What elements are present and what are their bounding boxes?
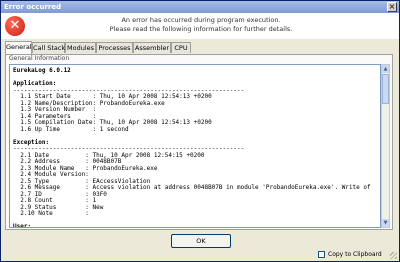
tab-modules[interactable]: Modules	[65, 42, 96, 53]
copy-to-clipboard-label[interactable]: Copy to Clipboard	[328, 250, 382, 259]
scroll-thumb[interactable]	[382, 74, 389, 104]
ok-button[interactable]: OK	[171, 234, 231, 248]
tab-assembler[interactable]: Assembler	[133, 42, 171, 53]
tab-panel-general: General Information EurekaLog 6.0.12 Appl…	[5, 54, 393, 230]
tab-general[interactable]: General	[5, 41, 32, 54]
error-dialog-window: Error occurred × ✕ An error has occurred…	[0, 0, 400, 262]
scroll-down-icon[interactable]: ▼	[382, 219, 389, 227]
title-bar[interactable]: Error occurred ×	[1, 1, 399, 13]
report-line: 2.10 Note :	[13, 210, 89, 217]
close-icon[interactable]: ×	[387, 2, 397, 12]
resize-grip-icon[interactable]	[390, 252, 397, 259]
error-icon: ✕	[5, 16, 25, 36]
error-message: An error has occurred during program exe…	[31, 16, 371, 34]
error-message-line1: An error has occurred during program exe…	[121, 16, 281, 24]
report-line: EurekaLog 6.0.12	[13, 67, 71, 74]
tab-cpu[interactable]: CPU	[171, 42, 191, 53]
scroll-up-icon[interactable]: ▲	[382, 65, 389, 73]
copy-to-clipboard-checkbox[interactable]	[318, 251, 325, 258]
dialog-header: ✕ An error has occurred during program e…	[1, 13, 399, 39]
vertical-scrollbar[interactable]: ▲ ▼	[381, 64, 390, 228]
tab-call-stack[interactable]: Call Stack	[32, 42, 65, 53]
report-line: 1.6 Up Time : 1 second	[13, 125, 129, 133]
report-text-area[interactable]: EurekaLog 6.0.12 Application: ------------…	[9, 64, 381, 228]
error-message-line2: Please read the following information fo…	[109, 25, 293, 33]
general-information-label: General Information	[9, 55, 70, 62]
window-title: Error occurred	[4, 3, 62, 11]
report-line: User:	[13, 223, 32, 228]
tab-processes[interactable]: Processes	[96, 42, 133, 53]
